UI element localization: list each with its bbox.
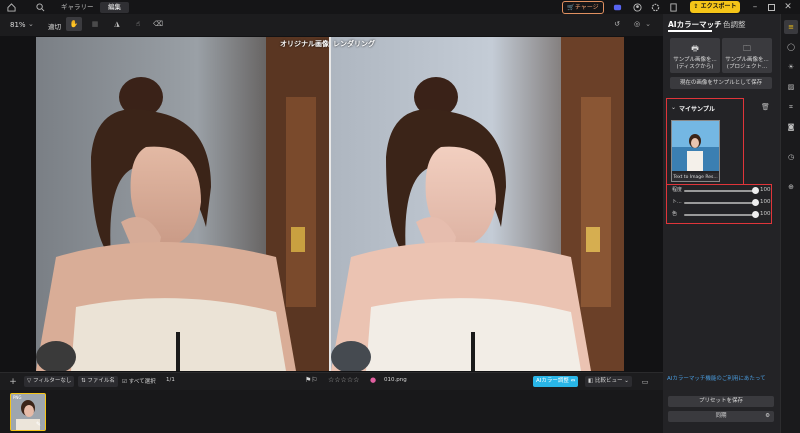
compare-icon[interactable]: ◎: [632, 18, 642, 30]
tool-icon-bar: ≡ ◯ ☀ ▨ ⌗ ◙ ◷ ⊕: [780, 14, 800, 433]
folder-icon: 🗀: [743, 44, 751, 53]
title-bar: ギャラリー 編集 🛒チャージ ⇪ エクスポート – ✕: [0, 0, 800, 14]
sync-button[interactable]: 同期 ⚙: [668, 411, 774, 422]
home-icon[interactable]: [6, 2, 16, 12]
maximize-icon[interactable]: [766, 1, 776, 13]
edit-pencil-icon: ✎: [36, 421, 42, 428]
slider-tone[interactable]: ト... 100: [672, 198, 771, 208]
filter-dropdown[interactable]: ▽ フィルターなし: [24, 376, 75, 387]
tab-edit[interactable]: 編集: [100, 2, 129, 13]
panel-toggle-icon[interactable]: ▭: [640, 376, 650, 387]
chevron-down-icon: ⌄: [622, 378, 629, 384]
sample-from-disk-button[interactable]: 🖶 サンプル画像を... (ディスクから): [670, 38, 720, 73]
sync-settings-icon[interactable]: ⚙: [765, 411, 770, 422]
chevron-down-icon[interactable]: ⌄: [644, 18, 652, 30]
eraser-icon[interactable]: ⌫: [153, 18, 163, 30]
chevron-down-icon[interactable]: ⌄: [28, 20, 34, 28]
save-as-sample-button[interactable]: 現在の画像をサンプルとして保存: [670, 77, 772, 89]
export-icon: ⇪: [693, 3, 701, 10]
slider-degree[interactable]: 程度 100: [672, 186, 771, 196]
hand-tool-icon[interactable]: ✋: [66, 17, 82, 31]
close-icon[interactable]: ✕: [783, 1, 793, 13]
help-link[interactable]: AIカラーマッチ機能のご利用にあたって: [667, 374, 766, 382]
split-view-icon: ◧: [588, 378, 595, 384]
active-tab-indicator: [668, 30, 712, 32]
thumbnail[interactable]: PNG ✎: [10, 393, 46, 431]
cart-icon: 🛒: [567, 4, 575, 11]
flip-icon[interactable]: ◮: [112, 18, 122, 30]
tab-ai-color-match[interactable]: AIカラーマッチ: [668, 19, 722, 30]
slider-track[interactable]: [684, 190, 756, 192]
export-button[interactable]: ⇪ エクスポート: [690, 1, 740, 13]
image-icon[interactable]: ▨: [784, 80, 798, 94]
search-icon[interactable]: [35, 2, 45, 12]
compare-view-dropdown[interactable]: ◧ 比較ビュー ⌄: [585, 376, 632, 387]
sample-thumbnail[interactable]: Text to Image Res...: [671, 120, 720, 182]
sample-from-project-button[interactable]: 🗀 サンプル画像を... (プロジェクト...: [722, 38, 772, 73]
settings-icon[interactable]: [650, 2, 660, 12]
original-image: オリジナル画像: [36, 37, 329, 371]
bottom-bar: + ▽ フィルターなし ⇅ ファイル名 ☑ すべて選択 1/1 ⚑⚐ ☆☆☆☆☆…: [0, 372, 663, 391]
sun-icon[interactable]: ☀: [784, 60, 798, 74]
add-icon[interactable]: ⊕: [784, 180, 798, 194]
compare-divider[interactable]: [329, 37, 331, 371]
filename-sort[interactable]: ⇅ ファイル名: [78, 376, 118, 387]
charge-button[interactable]: 🛒チャージ: [562, 1, 604, 14]
drop-icon[interactable]: ◯: [784, 40, 798, 54]
tab-color-adjust[interactable]: 色調整: [723, 19, 746, 30]
rendered-image-label: レンダリング: [333, 40, 375, 48]
file-name: 010.png: [384, 377, 407, 383]
my-samples-header[interactable]: マイサンプル: [679, 104, 715, 113]
book-icon[interactable]: [668, 2, 678, 12]
zoom-level[interactable]: 81%: [10, 21, 26, 29]
original-image-label: オリジナル画像: [280, 40, 329, 48]
add-icon[interactable]: +: [8, 376, 18, 387]
hand-point-icon[interactable]: ☝: [133, 18, 143, 30]
reset-icon[interactable]: ↺: [612, 18, 622, 30]
account-icon[interactable]: [632, 2, 642, 12]
slider-track[interactable]: [684, 214, 756, 216]
filmstrip: PNG ✎: [0, 390, 663, 433]
slider-knob[interactable]: [752, 211, 759, 218]
select-all-checkbox[interactable]: ☑ すべて選択: [122, 377, 156, 385]
fit-button[interactable]: 適切: [48, 21, 61, 31]
rendered-image: レンダリング: [331, 37, 624, 371]
slider-color[interactable]: 色 100: [672, 210, 771, 220]
discord-icon[interactable]: [612, 2, 622, 12]
sample-caption: Text to Image Res...: [672, 173, 719, 181]
slider-knob[interactable]: [752, 187, 759, 194]
tab-gallery[interactable]: ギャラリー: [53, 2, 102, 13]
slider-track[interactable]: [684, 202, 756, 204]
chevron-down-icon[interactable]: ⌄: [671, 104, 676, 111]
minimize-icon[interactable]: –: [750, 1, 760, 13]
star-rating[interactable]: ☆☆☆☆☆: [328, 376, 359, 384]
png-badge: PNG: [13, 395, 22, 400]
grid-icon[interactable]: ▦: [90, 18, 100, 30]
edit-toolbar: 81% ⌄ 適切 ✋ ▦ ◮ ☝ ⌫ ↺ ◎ ⌄: [0, 14, 663, 36]
sliders-icon[interactable]: ≡: [784, 20, 798, 34]
checkbox-icon: ☑: [122, 379, 129, 385]
save-preset-button[interactable]: プリセットを保存: [668, 396, 774, 407]
printer-icon: 🖶: [691, 44, 699, 53]
history-icon[interactable]: ◷: [784, 150, 798, 164]
selection-count: 1/1: [166, 377, 175, 383]
camera-icon[interactable]: ◙: [784, 120, 798, 134]
flag-icon[interactable]: ⚑⚐: [305, 376, 318, 384]
ai-color-badge[interactable]: AIカラー調整 ⇔: [533, 376, 579, 387]
trash-icon[interactable]: 🗑: [761, 103, 770, 111]
crop-icon[interactable]: ⌗: [784, 100, 798, 114]
color-label-icon[interactable]: ●: [370, 376, 376, 384]
toggle-icon: ⇔: [568, 378, 576, 384]
slider-knob[interactable]: [752, 199, 759, 206]
